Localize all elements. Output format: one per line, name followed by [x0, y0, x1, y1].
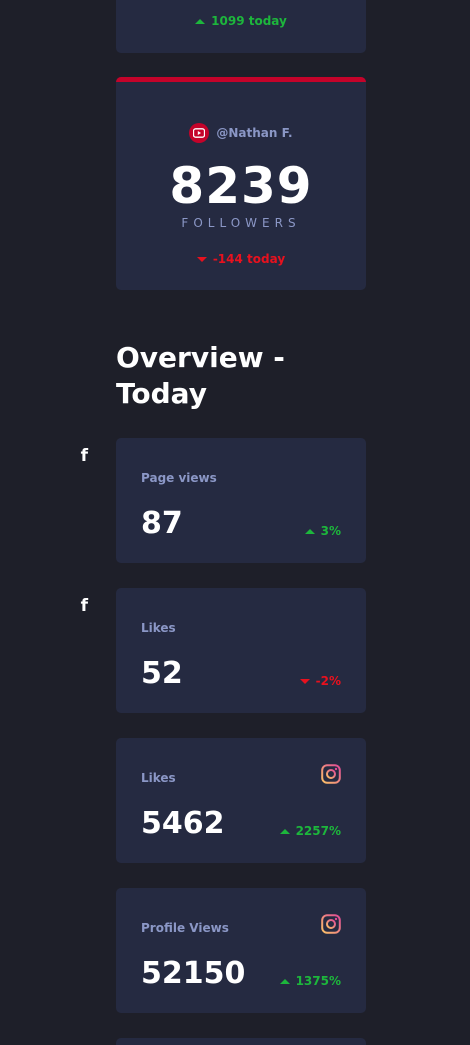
metric-value: 5462	[141, 806, 225, 841]
overview-card-instagram-profileviews: Profile Views 52150 1375%	[116, 888, 366, 1013]
instagram-icon	[321, 764, 341, 784]
metric-change: 1375%	[279, 974, 341, 988]
metric-change: -2%	[299, 674, 341, 688]
metric-label: Likes	[141, 771, 176, 785]
account-handle-row: @Nathan F.	[116, 123, 366, 143]
overview-title: Overview - Today	[116, 341, 285, 410]
metric-value: 52150	[141, 956, 246, 991]
metric-change-text: 2257%	[295, 824, 341, 838]
metric-label: Profile Views	[141, 921, 229, 935]
metric-label: Likes	[141, 621, 176, 635]
overview-card-partial	[116, 1038, 366, 1045]
metric-change-text: 1375%	[295, 974, 341, 988]
follower-card-partial: 1099 today	[116, 0, 366, 53]
metric-change: 2257%	[279, 824, 341, 838]
follower-card-youtube: @Nathan F. 8239 FOLLOWERS -144 today	[116, 77, 366, 290]
metric-change: 3%	[304, 524, 341, 538]
daily-change: 1099 today	[116, 14, 366, 28]
arrow-down-icon	[299, 678, 310, 684]
overview-card-instagram-likes: Likes 5462 2257%	[116, 738, 366, 863]
daily-change-text: 1099 today	[211, 14, 287, 28]
metric-value: 87	[141, 506, 183, 541]
youtube-icon	[189, 123, 210, 143]
overview-card-facebook-likes: Likes f 52 -2%	[81, 588, 366, 713]
brand-accent-bar	[116, 77, 366, 82]
arrow-up-icon	[195, 18, 206, 24]
metric-change-text: 3%	[320, 524, 341, 538]
metric-label: Page views	[141, 471, 217, 485]
followers-label: FOLLOWERS	[181, 216, 301, 230]
overview-card-facebook-pageviews: Page views f 87 3%	[81, 438, 366, 563]
follower-count: 8239	[169, 157, 313, 215]
instagram-icon	[321, 914, 341, 934]
arrow-up-icon	[279, 978, 290, 984]
metric-change-text: -2%	[315, 674, 341, 688]
account-handle: @Nathan F.	[216, 126, 293, 140]
daily-change-text: -144 today	[212, 252, 286, 266]
daily-change: -144 today	[116, 252, 366, 266]
metric-value: 52	[141, 656, 183, 691]
arrow-up-icon	[304, 528, 315, 534]
dashboard-page: 1099 today @Nathan F. 8239 FOLLOWERS -14…	[0, 0, 470, 1045]
arrow-up-icon	[279, 828, 290, 834]
arrow-down-icon	[196, 256, 207, 262]
